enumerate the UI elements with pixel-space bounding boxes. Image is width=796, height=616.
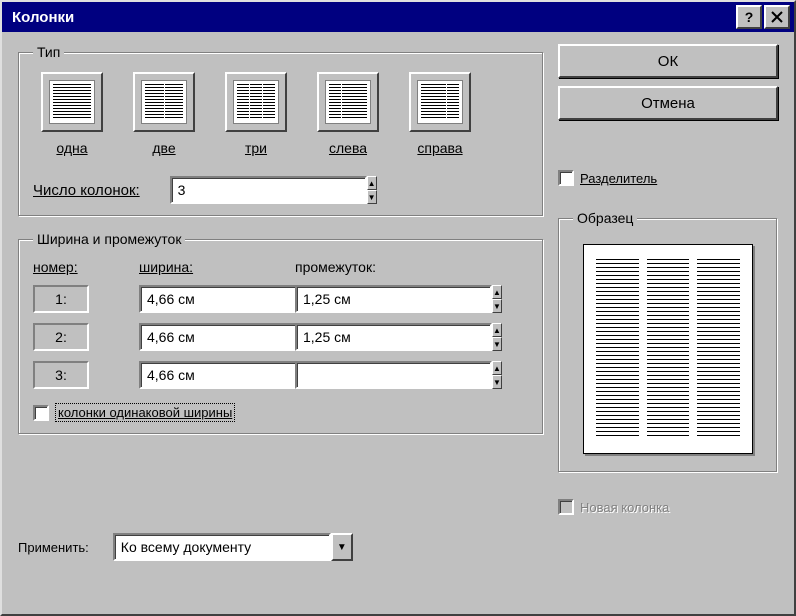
spacing-spinner-1-input[interactable] [295, 285, 492, 313]
preview-column [647, 259, 690, 439]
spin-down-icon[interactable]: ▼ [492, 337, 502, 351]
preview-column [596, 259, 639, 439]
spin-up-icon[interactable]: ▲ [492, 285, 502, 299]
type-preset-4: справа [401, 72, 479, 156]
type-preset-label: слева [309, 140, 387, 156]
width-spinner-1[interactable]: ▲▼ [139, 285, 259, 313]
spin-up-icon[interactable]: ▲ [367, 176, 377, 190]
type-preset-label: одна [33, 140, 111, 156]
window-title: Колонки [12, 9, 74, 26]
width-spinner-2[interactable]: ▲▼ [139, 323, 259, 351]
type-preset-3: слева [309, 72, 387, 156]
equal-width-checkbox[interactable] [33, 405, 49, 421]
new-column-checkbox [558, 499, 574, 515]
type-preset-button-слева[interactable] [317, 72, 379, 132]
width-spacing-legend: Ширина и промежуток [33, 231, 185, 247]
type-preset-button-справа[interactable] [409, 72, 471, 132]
spin-up-icon[interactable]: ▲ [492, 361, 502, 375]
new-column-label: Новая колонка [580, 500, 669, 515]
header-number: номер: [33, 259, 123, 275]
ok-button[interactable]: ОК [558, 44, 778, 78]
header-width: ширина: [139, 259, 279, 275]
separator-label: Разделитель [580, 171, 657, 186]
type-preset-button-две[interactable] [133, 72, 195, 132]
help-button[interactable]: ? [736, 5, 762, 29]
type-preset-label: справа [401, 140, 479, 156]
num-columns-spinner[interactable]: ▲ ▼ [170, 176, 280, 204]
apply-select[interactable]: Ко всему документу ▼ [113, 533, 353, 561]
cancel-button[interactable]: Отмена [558, 86, 778, 120]
spin-down-icon[interactable]: ▼ [492, 299, 502, 313]
num-columns-label: Число колонок: [33, 182, 140, 199]
row-number-1: 1: [33, 285, 89, 313]
type-preset-button-три[interactable] [225, 72, 287, 132]
type-preset-2: три [217, 72, 295, 156]
spacing-spinner-3[interactable]: ▲▼ [295, 361, 415, 389]
type-preset-label: две [125, 140, 203, 156]
type-preset-button-одна[interactable] [41, 72, 103, 132]
dropdown-icon[interactable]: ▼ [331, 533, 353, 561]
preview-legend: Образец [573, 210, 637, 226]
type-preset-1: две [125, 72, 203, 156]
spacing-spinner-1[interactable]: ▲▼ [295, 285, 415, 313]
apply-value: Ко всему документу [113, 533, 331, 561]
spacing-spinner-2-input[interactable] [295, 323, 492, 351]
apply-label: Применить: [18, 540, 89, 555]
equal-width-label: колонки одинаковой ширины [55, 403, 235, 422]
type-preset-0: одна [33, 72, 111, 156]
preview-page [583, 244, 753, 454]
row-number-3: 3: [33, 361, 89, 389]
type-legend: Тип [33, 44, 64, 60]
columns-dialog: Колонки ? Тип однадветри слева справа Числ… [0, 0, 796, 616]
close-button[interactable] [764, 5, 790, 29]
spin-down-icon[interactable]: ▼ [367, 190, 377, 204]
titlebar: Колонки ? [2, 2, 794, 32]
spacing-spinner-2[interactable]: ▲▼ [295, 323, 415, 351]
separator-checkbox[interactable] [558, 170, 574, 186]
type-group: Тип однадветри слева справа Число колонок:… [18, 44, 544, 217]
width-spacing-group: Ширина и промежуток номер: ширина: проме… [18, 231, 544, 435]
spacing-spinner-3-input[interactable] [295, 361, 492, 389]
width-spinner-3[interactable]: ▲▼ [139, 361, 259, 389]
num-columns-input[interactable] [170, 176, 367, 204]
preview-group: Образец [558, 210, 778, 473]
header-spacing: промежуток: [295, 259, 455, 275]
row-number-2: 2: [33, 323, 89, 351]
spin-down-icon[interactable]: ▼ [492, 375, 502, 389]
type-preset-label: три [217, 140, 295, 156]
preview-column [697, 259, 740, 439]
spin-up-icon[interactable]: ▲ [492, 323, 502, 337]
